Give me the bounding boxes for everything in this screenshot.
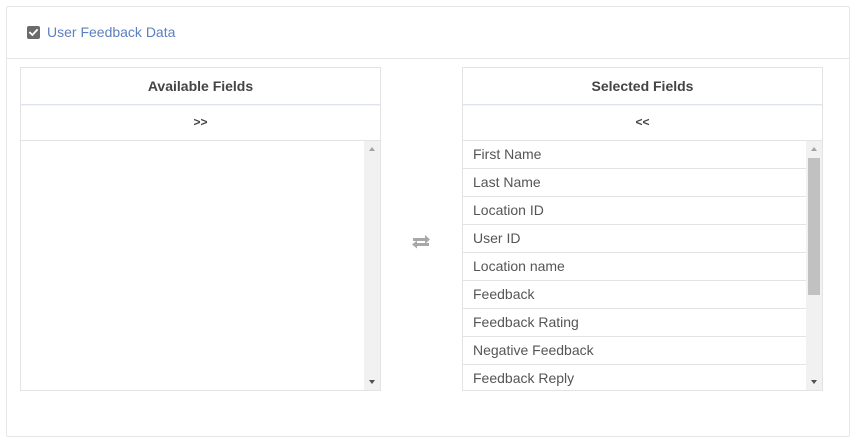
list-item[interactable]: Negative Feedback (463, 337, 806, 365)
list-item[interactable]: Feedback (463, 281, 806, 309)
scroll-up-icon[interactable] (369, 147, 375, 151)
section-header: User Feedback Data (7, 7, 849, 59)
available-fields-title: Available Fields (21, 68, 380, 105)
scroll-down-icon[interactable] (369, 380, 375, 384)
selected-items: First Name Last Name Location ID User ID Loc… (463, 141, 806, 390)
remove-all-button[interactable]: << (463, 105, 822, 141)
list-item[interactable]: Location name (463, 253, 806, 281)
list-item[interactable]: First Name (463, 141, 806, 169)
scroll-thumb[interactable] (808, 158, 820, 295)
checkmark-icon (28, 28, 39, 37)
selected-scrollbar[interactable] (806, 141, 822, 390)
selected-fields-body[interactable]: First Name Last Name Location ID User ID Loc… (463, 141, 822, 390)
section-checkbox[interactable] (27, 26, 40, 39)
selected-fields-list: Selected Fields << First Name Last Name Lo… (462, 67, 823, 391)
list-item[interactable]: User ID (463, 225, 806, 253)
section-label[interactable]: User Feedback Data (47, 24, 175, 41)
add-all-button[interactable]: >> (21, 105, 380, 141)
list-item[interactable]: Feedback Rating (463, 309, 806, 337)
scroll-down-icon[interactable] (811, 380, 817, 384)
available-fields-list: Available Fields >> (20, 67, 381, 391)
scroll-up-icon[interactable] (811, 147, 817, 151)
list-item[interactable]: Feedback Reply (463, 365, 806, 390)
list-item[interactable]: Last Name (463, 169, 806, 197)
selected-fields-title: Selected Fields (463, 68, 822, 105)
list-item[interactable]: Location ID (463, 197, 806, 225)
swap-arrows-icon (412, 235, 430, 249)
available-scrollbar[interactable] (364, 141, 380, 390)
available-fields-body[interactable] (21, 141, 380, 390)
